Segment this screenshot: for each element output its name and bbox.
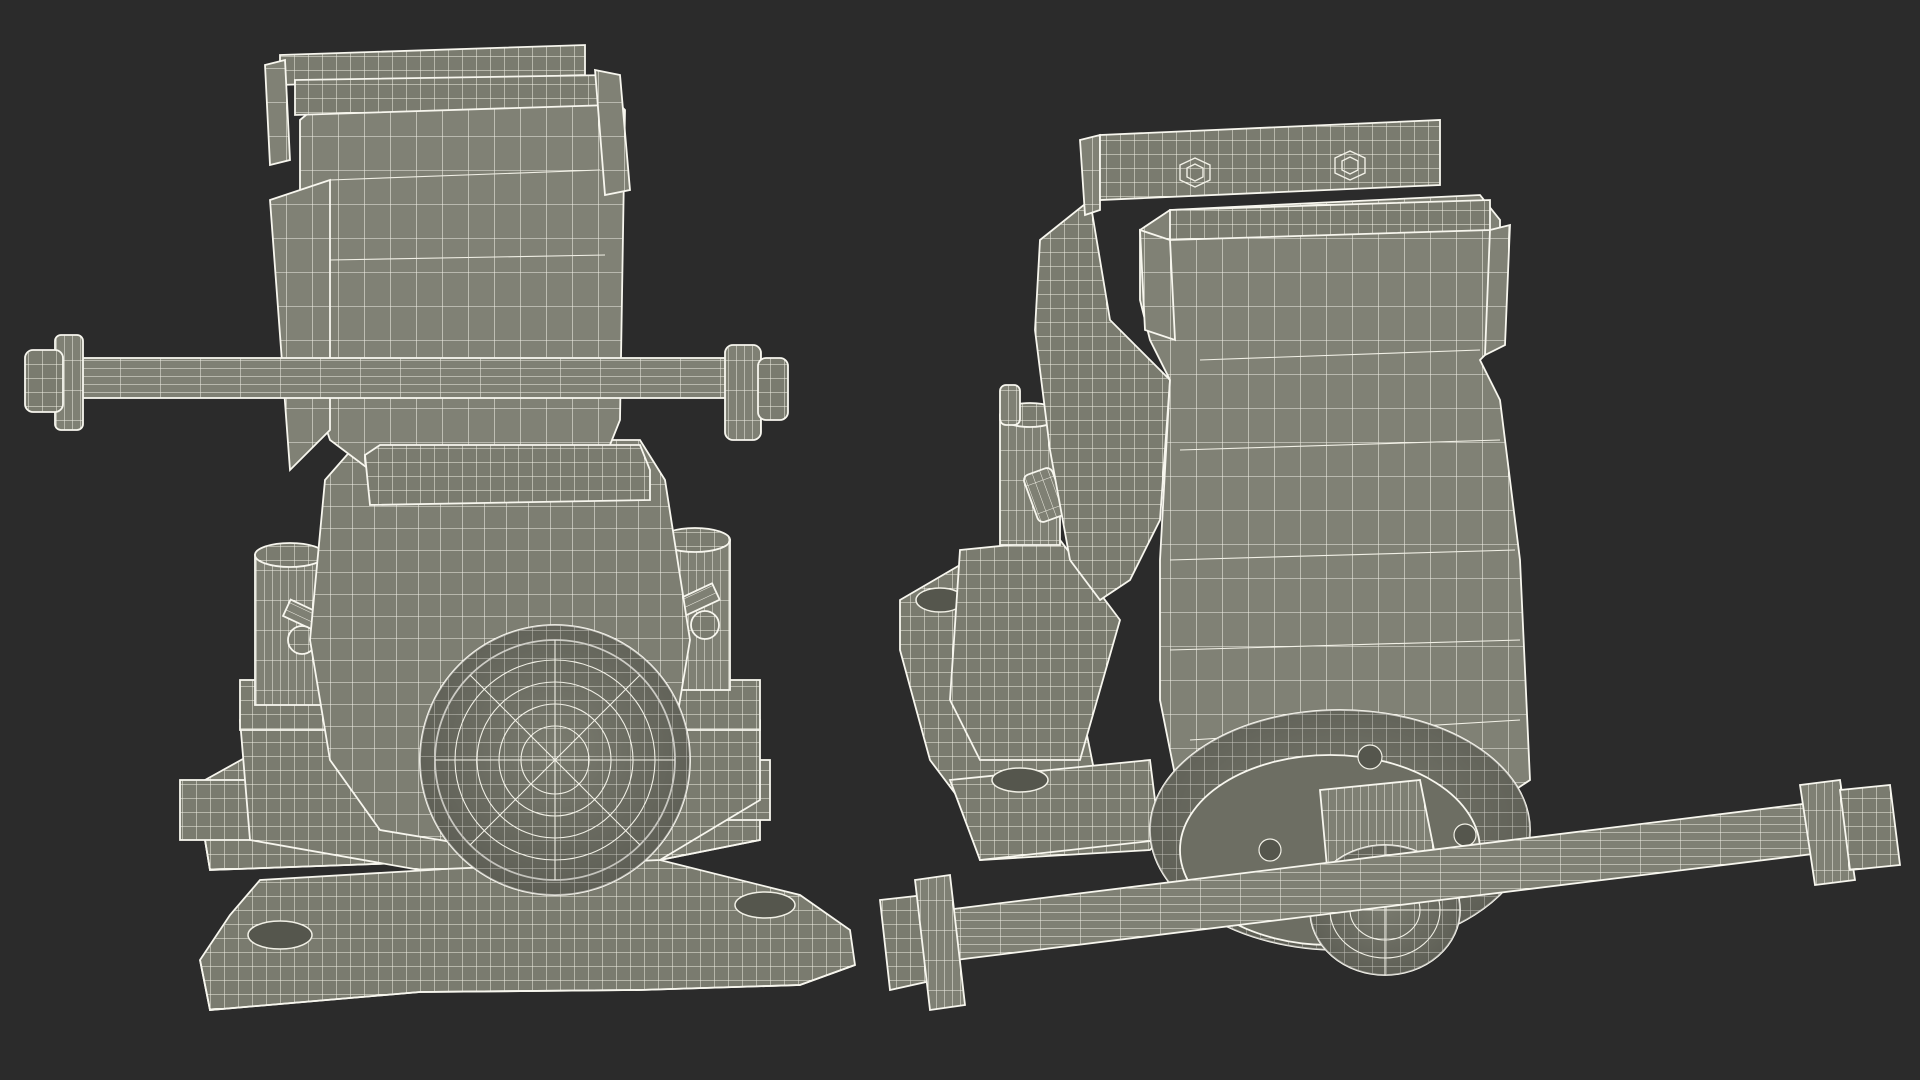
rivet <box>1258 838 1282 862</box>
jaw-plate <box>1099 119 1441 201</box>
rivet <box>1453 823 1477 847</box>
bench-vise-three-quarter-view <box>879 119 1902 1012</box>
mount-hole <box>247 920 313 950</box>
front-jaw-top <box>364 444 651 506</box>
vise-handle-bar <box>59 357 741 399</box>
rivet <box>1357 744 1383 770</box>
handle-end-cap <box>724 344 762 441</box>
bench-vise-front-view <box>24 44 856 1011</box>
render-viewport <box>0 0 1920 1080</box>
mount-hole <box>734 891 796 919</box>
vise-rear-jaw <box>299 84 626 471</box>
wireframe-render <box>24 44 1902 1012</box>
mount-hole <box>991 767 1049 793</box>
